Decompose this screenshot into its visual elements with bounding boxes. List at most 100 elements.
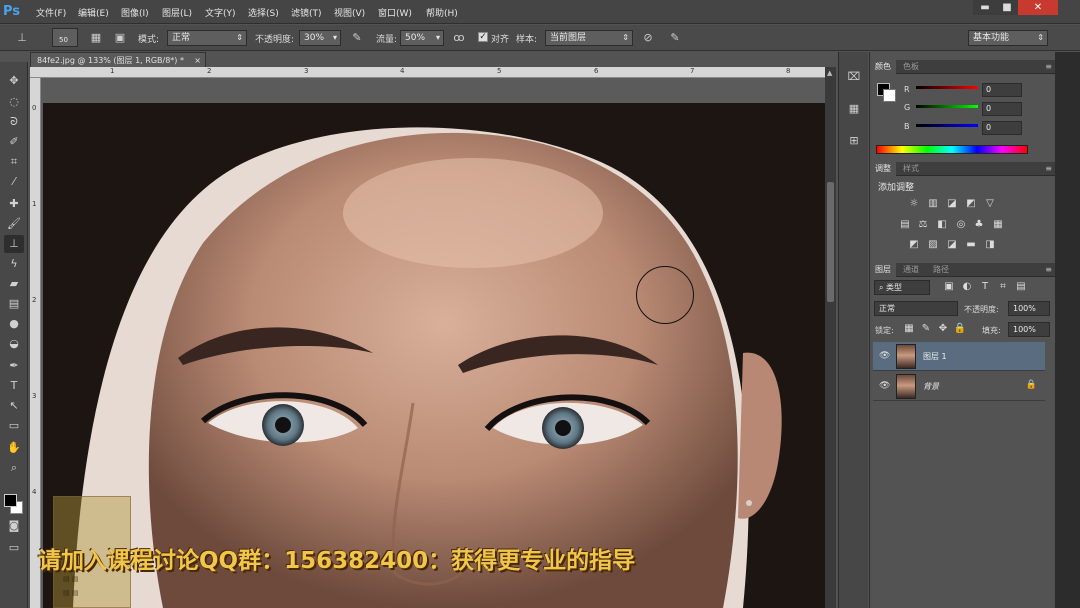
curves-icon[interactable]: ◪ xyxy=(945,197,959,211)
menu-image[interactable]: 图像(I) xyxy=(121,6,149,19)
clone-stamp-tool-icon[interactable]: ⊥ xyxy=(4,235,24,253)
properties-panel-icon[interactable]: ▦ xyxy=(845,100,863,118)
posterize-icon[interactable]: ▨ xyxy=(926,238,940,252)
tab-adjustments[interactable]: 调整 xyxy=(870,162,896,176)
panel-menu-icon[interactable]: ≡ xyxy=(1045,164,1052,173)
minimize-button[interactable]: ▬ xyxy=(973,0,997,15)
lock-transparent-icon[interactable]: ▦ xyxy=(902,322,916,336)
filter-type-icon[interactable]: T xyxy=(978,280,992,294)
menu-view[interactable]: 视图(V) xyxy=(334,6,365,19)
brightness-contrast-icon[interactable]: ☼ xyxy=(907,197,921,211)
tab-styles[interactable]: 样式 xyxy=(898,162,924,176)
red-slider[interactable] xyxy=(916,86,978,89)
red-value-input[interactable]: 0 xyxy=(982,83,1022,97)
panel-menu-icon[interactable]: ≡ xyxy=(1045,62,1052,71)
threshold-icon[interactable]: ◪ xyxy=(945,238,959,252)
blue-slider[interactable] xyxy=(916,124,978,127)
airbrush-icon[interactable]: ꝏ xyxy=(451,30,467,46)
healing-brush-tool-icon[interactable]: ✚ xyxy=(4,195,24,213)
maximize-button[interactable]: ■ xyxy=(995,0,1019,15)
portrait-photo[interactable] xyxy=(43,103,825,608)
visibility-eye-icon[interactable]: 👁 xyxy=(879,381,890,391)
color-spectrum-bar[interactable] xyxy=(876,145,1028,154)
lasso-tool-icon[interactable]: ᘐ xyxy=(4,113,24,131)
menu-edit[interactable]: 编辑(E) xyxy=(78,6,109,19)
tab-color[interactable]: 颜色 xyxy=(870,60,896,74)
pressure-size-icon[interactable]: ✎ xyxy=(667,30,683,46)
invert-icon[interactable]: ◩ xyxy=(907,238,921,252)
filter-pixel-icon[interactable]: ▣ xyxy=(942,280,956,294)
mode-select[interactable]: 正常 ⇕ xyxy=(167,30,247,46)
move-tool-icon[interactable]: ✥ xyxy=(4,72,24,90)
brush-panel-icon[interactable]: ⊞ xyxy=(845,132,863,150)
photo-filter-icon[interactable]: ◎ xyxy=(954,218,968,232)
zoom-tool-icon[interactable]: ⌕ xyxy=(4,459,24,477)
tab-layers[interactable]: 图层 xyxy=(870,263,896,277)
shape-tool-icon[interactable]: ▭ xyxy=(4,417,24,435)
vibrance-icon[interactable]: ▽ xyxy=(983,197,997,211)
menu-window[interactable]: 窗口(W) xyxy=(378,6,412,19)
layer-opacity-input[interactable]: 100% xyxy=(1008,301,1050,316)
gradient-tool-icon[interactable]: ▤ xyxy=(4,295,24,313)
pen-tool-icon[interactable]: ✒ xyxy=(4,357,24,375)
scrollbar-thumb[interactable] xyxy=(827,182,834,302)
levels-icon[interactable]: ▥ xyxy=(926,197,940,211)
history-brush-tool-icon[interactable]: ϟ xyxy=(4,255,24,273)
brush-preset-picker[interactable]: 50 xyxy=(52,28,78,47)
panel-menu-icon[interactable]: ≡ xyxy=(1045,265,1052,274)
workspace-select[interactable]: 基本功能 ⇕ xyxy=(968,30,1048,46)
hue-saturation-icon[interactable]: ▤ xyxy=(898,218,912,232)
brush-tool-icon[interactable]: 🖌 xyxy=(4,215,24,233)
flow-input[interactable]: 50% ▾ xyxy=(400,30,444,46)
canvas-scrollbar[interactable]: ▲ xyxy=(825,67,836,608)
ignore-adjustment-icon[interactable]: ⊘ xyxy=(640,30,656,46)
color-bg-swatch[interactable] xyxy=(883,89,896,102)
foreground-color-swatch[interactable] xyxy=(4,494,17,507)
menu-file[interactable]: 文件(F) xyxy=(36,6,66,19)
selective-color-icon[interactable]: ◨ xyxy=(983,238,997,252)
lock-pixels-icon[interactable]: ✎ xyxy=(919,322,933,336)
layer-row-background[interactable]: 👁 背景 🔒 xyxy=(873,372,1045,401)
color-balance-icon[interactable]: ⚖ xyxy=(916,218,930,232)
path-select-tool-icon[interactable]: ↖ xyxy=(4,397,24,415)
brush-panel-icon[interactable]: ▦ xyxy=(88,30,104,46)
visibility-eye-icon[interactable]: 👁 xyxy=(879,351,890,361)
layer-filter-select[interactable]: ⌕ 类型 xyxy=(874,280,930,295)
marquee-tool-icon[interactable]: ◌ xyxy=(4,93,24,111)
opacity-input[interactable]: 30% ▾ xyxy=(299,30,341,46)
menu-type[interactable]: 文字(Y) xyxy=(205,6,236,19)
menu-help[interactable]: 帮助(H) xyxy=(426,6,458,19)
hand-tool-icon[interactable]: ✋ xyxy=(4,439,24,457)
lock-all-icon[interactable]: 🔒 xyxy=(953,322,967,336)
black-white-icon[interactable]: ◧ xyxy=(935,218,949,232)
scroll-up-icon[interactable]: ▲ xyxy=(827,69,832,77)
quick-select-tool-icon[interactable]: ✐ xyxy=(4,133,24,151)
type-tool-icon[interactable]: T xyxy=(4,377,24,395)
blend-mode-select[interactable]: 正常 xyxy=(874,301,958,316)
gradient-map-icon[interactable]: ▬ xyxy=(964,238,978,252)
clone-stamp-tool-icon[interactable]: ⊥ xyxy=(14,30,30,46)
quick-mask-icon[interactable]: ◙ xyxy=(4,517,24,535)
eyedropper-tool-icon[interactable]: ⁄ xyxy=(4,173,24,191)
blue-value-input[interactable]: 0 xyxy=(982,121,1022,135)
filter-smart-object-icon[interactable]: ▤ xyxy=(1014,280,1028,294)
layer-row-layer1[interactable]: 👁 图层 1 xyxy=(873,342,1045,371)
color-lookup-icon[interactable]: ▦ xyxy=(991,218,1005,232)
menu-filter[interactable]: 滤镜(T) xyxy=(291,6,322,19)
screen-mode-icon[interactable]: ▭ xyxy=(4,539,24,557)
channel-mixer-icon[interactable]: ♣ xyxy=(972,218,986,232)
clone-source-icon[interactable]: ▣ xyxy=(112,30,128,46)
tab-paths[interactable]: 路径 xyxy=(928,263,954,277)
sample-select[interactable]: 当前图层 ⇕ xyxy=(545,30,633,46)
menu-select[interactable]: 选择(S) xyxy=(248,6,279,19)
eraser-tool-icon[interactable]: ▰ xyxy=(4,275,24,293)
history-panel-icon[interactable]: ⌧ xyxy=(845,68,863,86)
fill-input[interactable]: 100% xyxy=(1008,322,1050,337)
lock-position-icon[interactable]: ✥ xyxy=(936,322,950,336)
green-slider[interactable] xyxy=(916,105,978,108)
canvas-area[interactable] xyxy=(41,78,825,608)
tab-swatches[interactable]: 色板 xyxy=(898,60,924,74)
filter-adjustment-icon[interactable]: ◐ xyxy=(960,280,974,294)
blur-tool-icon[interactable]: ● xyxy=(4,315,24,333)
dodge-tool-icon[interactable]: ◒ xyxy=(4,335,24,353)
